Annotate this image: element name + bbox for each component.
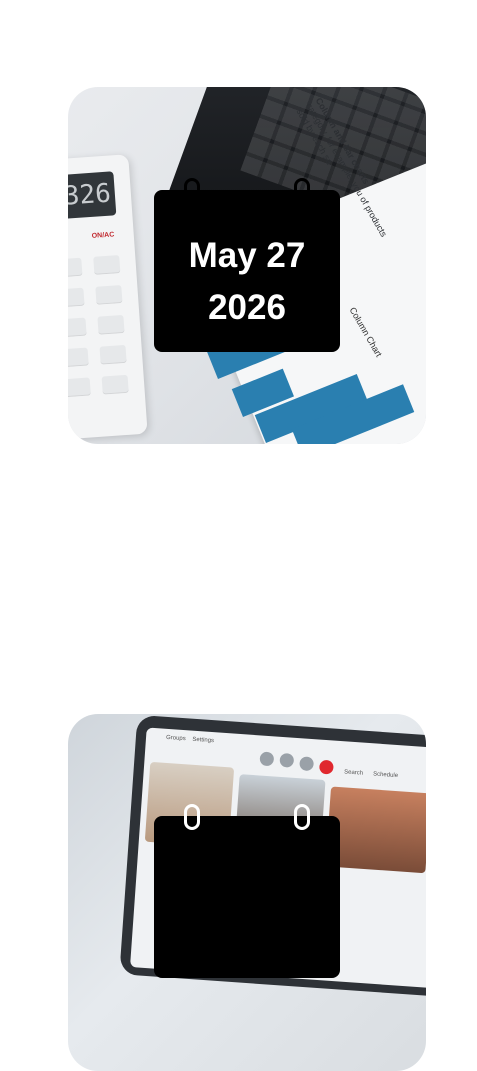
calendar-date: May 27 2026 [154,230,340,334]
calendar-year: 2026 [208,288,286,327]
calculator-key: ON/AC [91,231,115,240]
toolbar-schedule: Schedule [372,771,399,780]
calculator-display: 326 [68,171,117,220]
calendar-ring-icon [294,804,310,830]
toolbar-groups: Groups [165,734,186,743]
date-card-2[interactable]: Groups Settings Search Schedule [68,714,426,1071]
toolbar-search: Search [343,769,364,777]
calendar-badge [154,804,340,978]
call-control-icon [279,752,295,768]
calendar-ring-icon [294,178,310,204]
participant-tile [325,786,426,874]
date-card-1[interactable]: Column and bar charts category, for exam… [68,87,426,444]
calendar-ring-icon [184,178,200,204]
call-control-icon [299,756,315,772]
toolbar-settings: Settings [192,736,215,745]
calendar-badge: May 27 2026 [154,178,340,352]
calendar-ring-icon [184,804,200,830]
calendar-month-day: May 27 [188,236,306,275]
end-call-icon [318,759,334,775]
call-control-icon [259,751,275,767]
